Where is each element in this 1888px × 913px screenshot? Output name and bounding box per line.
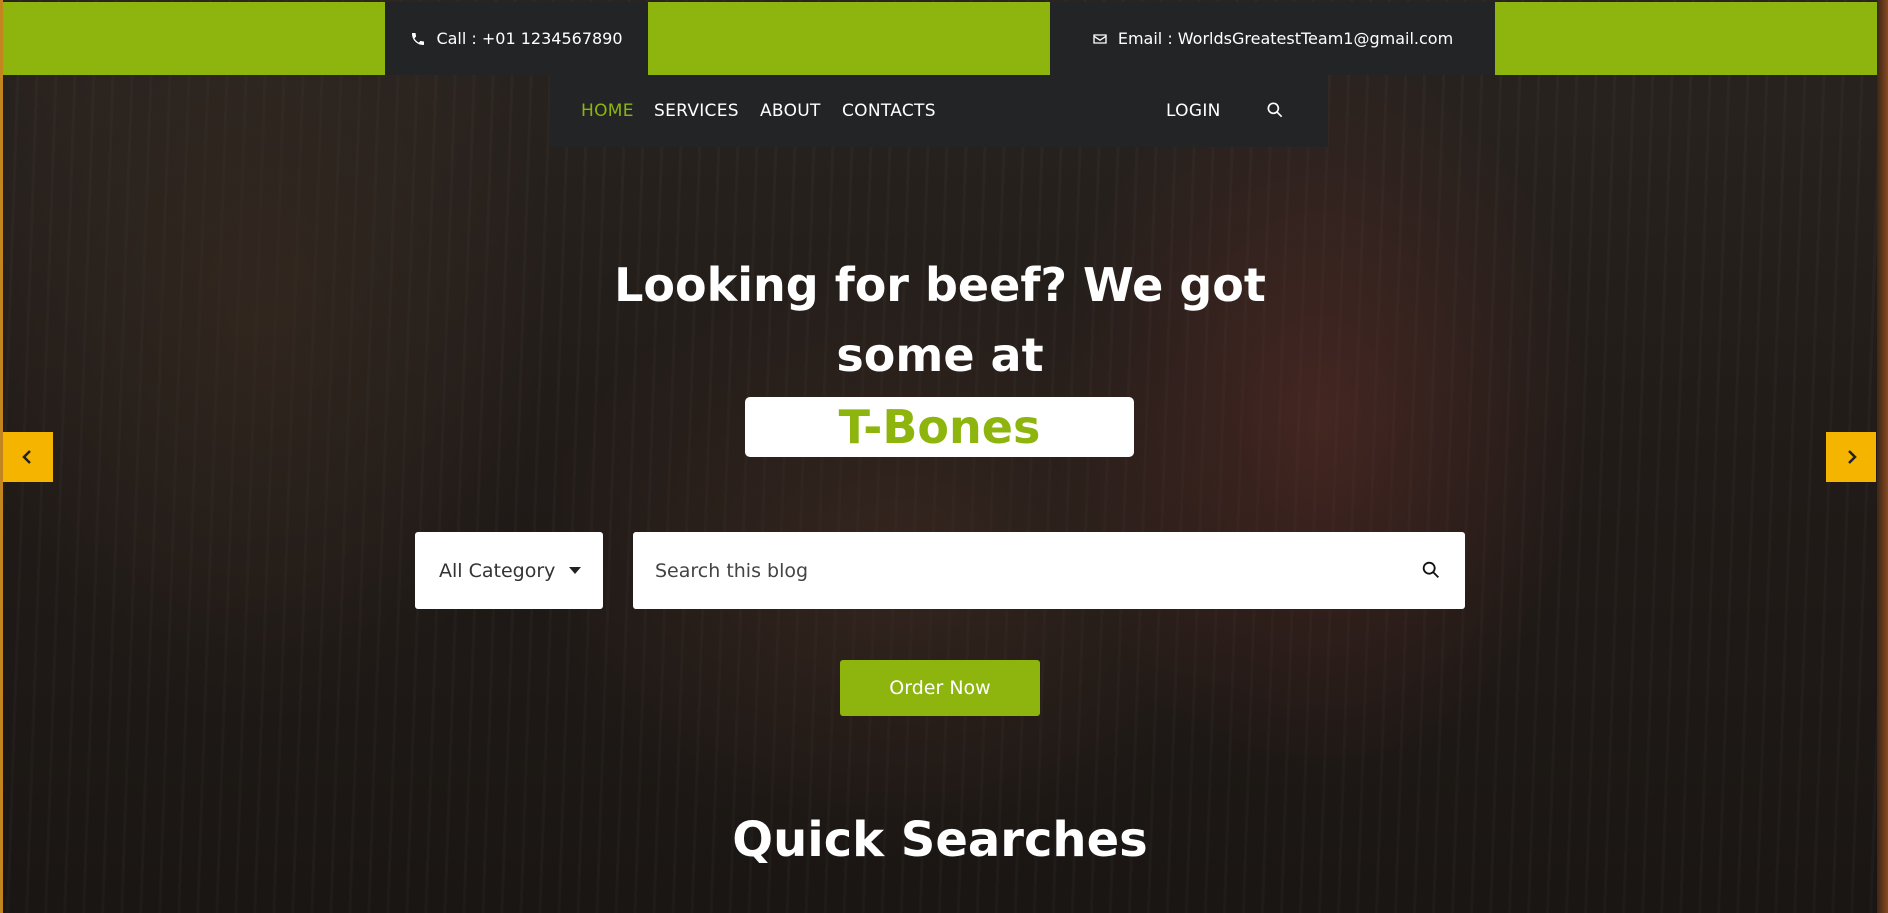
- order-now-button[interactable]: Order Now: [840, 660, 1040, 716]
- nav-item-services[interactable]: SERVICES: [654, 101, 739, 121]
- category-dropdown[interactable]: All Category: [415, 532, 603, 609]
- email-info[interactable]: Email : WorldsGreatestTeam1@gmail.com: [1050, 2, 1495, 75]
- phone-icon: [412, 32, 425, 45]
- category-selected-value: All Category: [439, 559, 556, 582]
- top-bar: [3, 2, 1877, 75]
- brand-badge: T-Bones: [745, 397, 1134, 457]
- search-icon: [1422, 561, 1439, 578]
- carousel-prev-button[interactable]: [3, 432, 53, 482]
- nav-item-contacts[interactable]: CONTACTS: [842, 101, 936, 121]
- brand-name: T-Bones: [838, 400, 1041, 454]
- search-icon: [1267, 102, 1283, 118]
- search-input[interactable]: [653, 550, 1397, 592]
- search-box: [633, 532, 1465, 609]
- chevron-right-icon: [1848, 450, 1857, 464]
- call-text: Call : +01 1234567890: [436, 29, 623, 48]
- main-nav: HOME SERVICES ABOUT CONTACTS LOGIN: [550, 75, 1328, 147]
- nav-login-link[interactable]: LOGIN: [1166, 101, 1221, 121]
- carousel-next-button[interactable]: [1826, 432, 1876, 482]
- right-edge-stripe: [1877, 0, 1888, 913]
- caret-down-icon: [569, 567, 582, 574]
- quick-searches-heading: Quick Searches: [732, 812, 1148, 868]
- nav-item-home[interactable]: HOME: [581, 101, 634, 121]
- call-info[interactable]: Call : +01 1234567890: [385, 2, 648, 75]
- envelope-icon: [1093, 33, 1107, 44]
- chevron-left-icon: [22, 450, 31, 464]
- nav-item-about[interactable]: ABOUT: [760, 101, 821, 121]
- search-submit-button[interactable]: [1420, 559, 1442, 581]
- hero-title: Looking for beef? We got some at: [614, 258, 1266, 382]
- email-text: Email : WorldsGreatestTeam1@gmail.com: [1117, 29, 1454, 48]
- nav-search-button[interactable]: [1265, 100, 1285, 120]
